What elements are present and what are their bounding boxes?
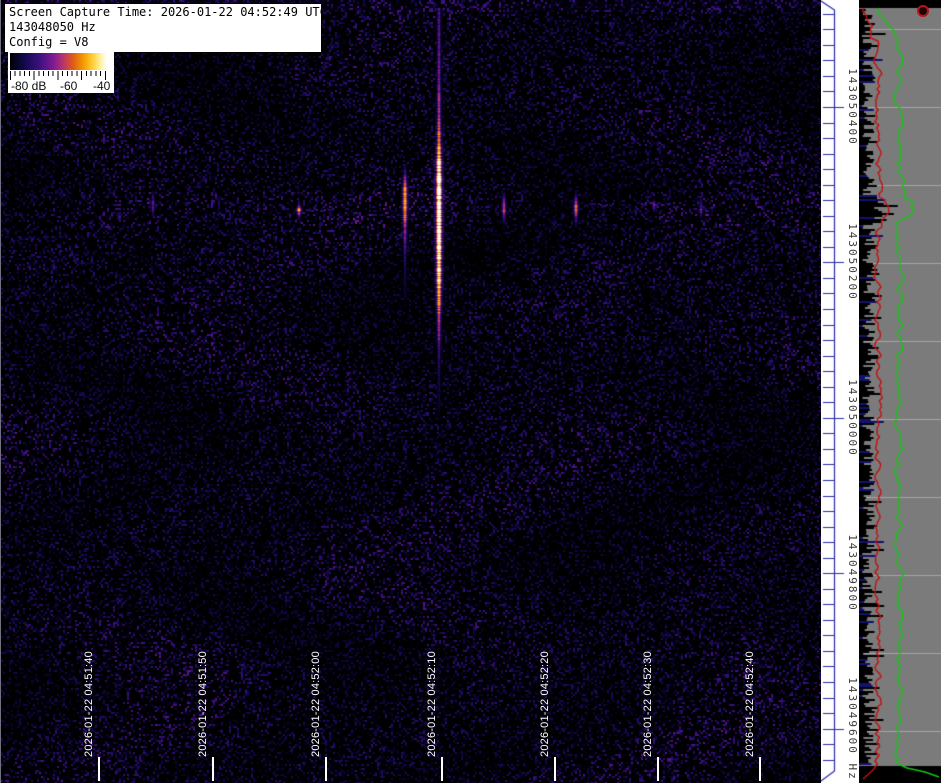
center-frequency-line: 143048050 Hz (9, 20, 317, 35)
spectrogram-app: Screen Capture Time: 2026-01-22 04:52:49… (0, 0, 941, 783)
time-axis-label: 2026-01-22 04:52:00 (309, 645, 323, 757)
record-indicator-icon (917, 5, 929, 17)
time-axis-label: 2026-01-22 04:51:50 (196, 645, 210, 757)
color-scale-legend: -80 dB -60 -40 (8, 52, 114, 93)
time-axis-label: 2026-01-22 04:52:40 (743, 645, 757, 757)
color-scale-gradient (10, 53, 107, 70)
frequency-axis-label: 143050000 (844, 348, 860, 488)
time-axis-tick (325, 757, 327, 781)
color-scale-label-min: -80 dB (11, 79, 46, 93)
time-axis-tick (554, 757, 556, 781)
time-axis-tick (98, 757, 100, 781)
capture-time-line: Screen Capture Time: 2026-01-22 04:52:49… (9, 5, 317, 20)
frequency-axis-label: 143050400 (844, 37, 860, 177)
time-axis-label: 2026-01-22 04:51:40 (82, 645, 96, 757)
frequency-axis-label: 143049800 (844, 503, 860, 643)
color-scale-labels: -80 dB -60 -40 (8, 79, 114, 93)
frequency-axis-label: 143049600 Hz (844, 659, 860, 783)
time-axis-tick (212, 757, 214, 781)
time-axis-label: 2026-01-22 04:52:20 (538, 645, 552, 757)
time-axis-label: 2026-01-22 04:52:30 (641, 645, 655, 757)
capture-info-box: Screen Capture Time: 2026-01-22 04:52:49… (4, 3, 322, 53)
frequency-axis-label: 143050200 (844, 192, 860, 332)
time-axis-tick (657, 757, 659, 781)
live-spectrum-panel-canvas (859, 0, 941, 783)
time-axis-label: 2026-01-22 04:52:10 (425, 645, 439, 757)
waterfall-spectrogram-canvas (1, 0, 821, 783)
config-line: Config = V8 (9, 35, 317, 50)
color-scale-label-max: -40 (93, 79, 110, 93)
color-scale-label-mid: -60 (60, 79, 77, 93)
time-axis-tick (759, 757, 761, 781)
time-axis-tick (441, 757, 443, 781)
